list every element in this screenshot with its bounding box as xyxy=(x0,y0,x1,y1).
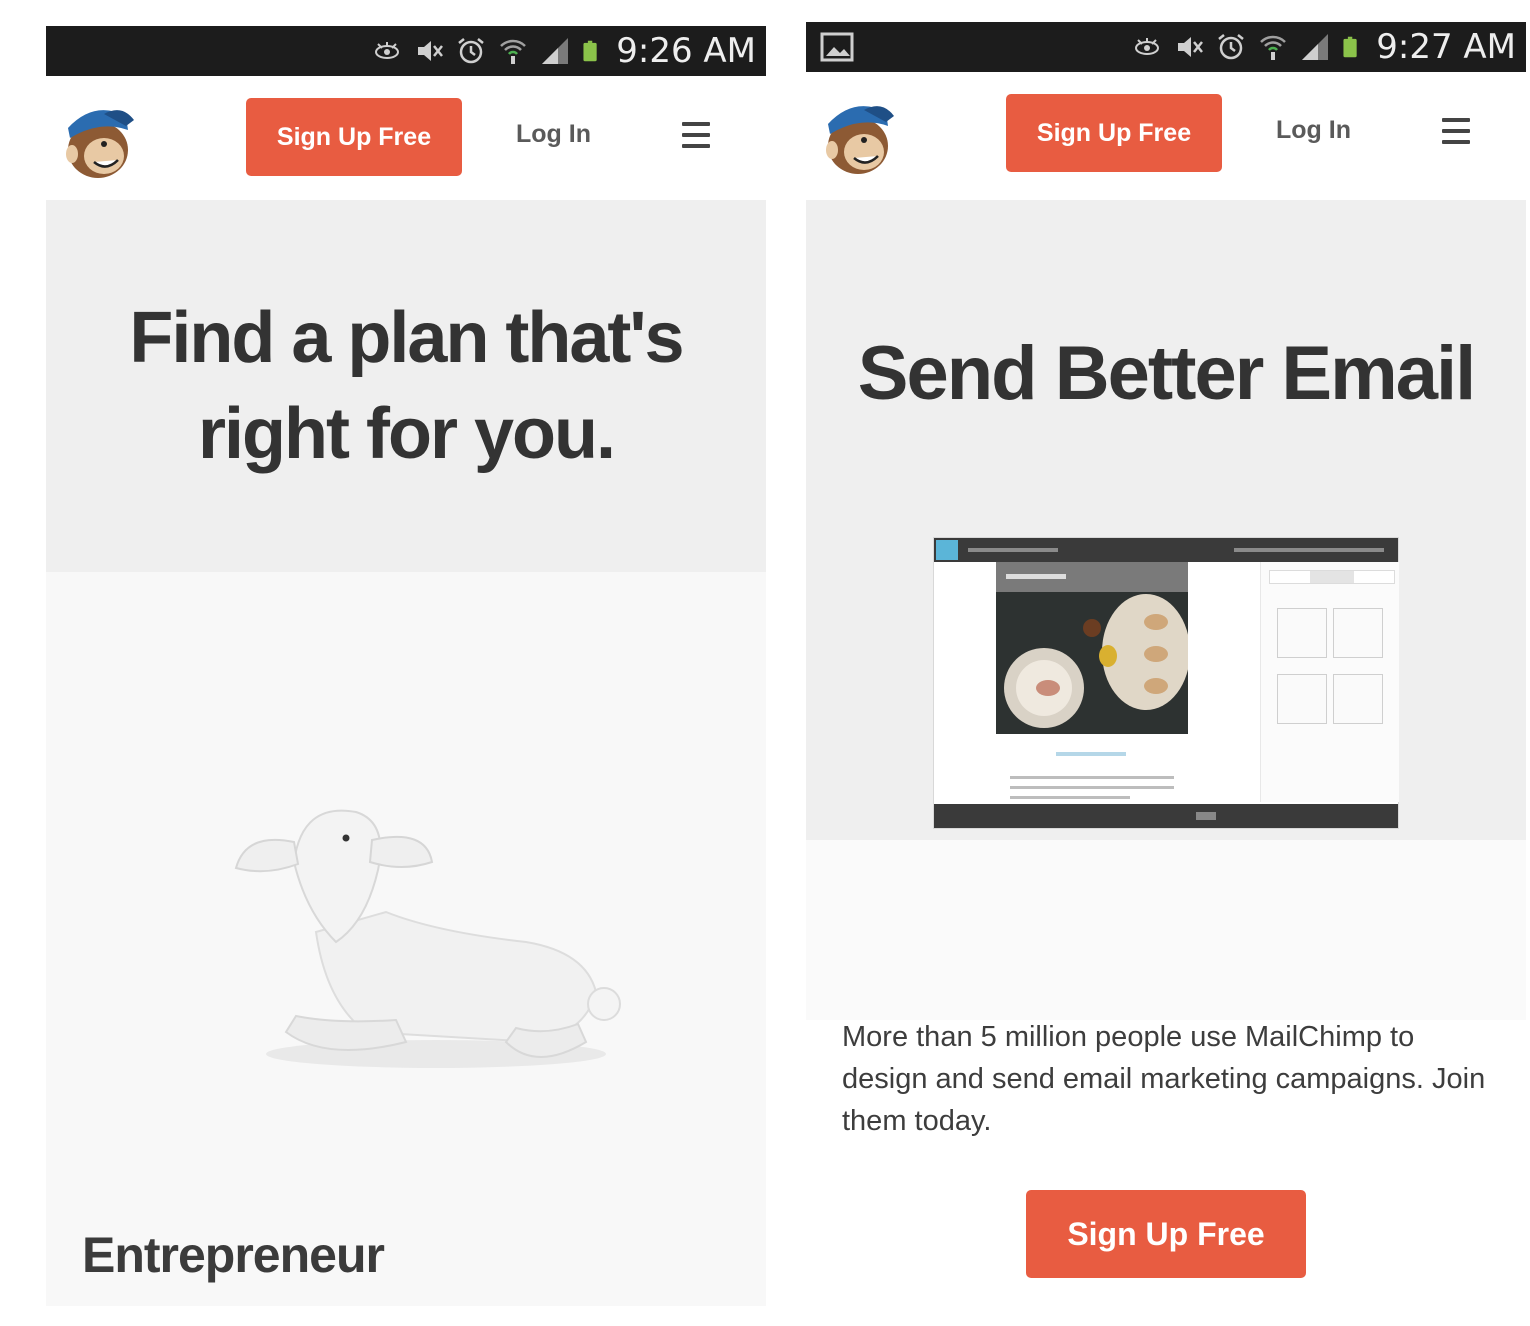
status-bar: 9:27 AM xyxy=(806,22,1526,72)
alarm-icon xyxy=(1218,34,1245,60)
signal-icon xyxy=(542,38,569,64)
phone-screen-home: 9:27 AM Sign Up Free Log In Send Better … xyxy=(806,22,1526,1306)
editor-sidebar xyxy=(1260,562,1399,802)
hamburger-menu-icon[interactable] xyxy=(1442,118,1470,146)
site-header: Sign Up Free Log In xyxy=(806,72,1526,196)
pricing-hero: Find a plan that's right for you. xyxy=(46,200,766,572)
site-header: Sign Up Free Log In xyxy=(46,76,766,200)
gallery-icon xyxy=(820,32,854,62)
image-group-block-icon xyxy=(1333,674,1383,724)
food-photo-image xyxy=(996,592,1188,734)
wifi-icon xyxy=(1260,35,1287,60)
editor-topbar xyxy=(934,538,1398,562)
signal-icon xyxy=(1302,34,1329,60)
mute-icon xyxy=(418,41,444,61)
freddie-chimp-logo[interactable] xyxy=(64,98,136,180)
plan-card-entrepreneur[interactable]: Entrepreneur xyxy=(46,572,766,1306)
eye-icon xyxy=(375,42,400,59)
hero-headline: Find a plan that's right for you. xyxy=(129,298,684,474)
status-bar: 9:26 AM xyxy=(46,26,766,76)
hamburger-menu-icon[interactable] xyxy=(682,122,710,150)
signup-free-button[interactable]: Sign Up Free xyxy=(1006,94,1222,172)
editor-bottombar xyxy=(934,804,1398,828)
status-icons xyxy=(372,36,604,66)
text-block-icon xyxy=(1277,608,1327,658)
editor-logo-icon xyxy=(936,540,958,560)
boxed-text-block-icon xyxy=(1333,608,1383,658)
status-icons xyxy=(1132,32,1364,62)
battery-icon xyxy=(583,40,597,62)
hero-headline: Send Better Email xyxy=(857,331,1476,416)
editor-email-preview xyxy=(996,562,1188,804)
campaign-editor-screenshot xyxy=(934,538,1399,828)
home-hero: Send Better Email xyxy=(806,200,1526,840)
mute-icon xyxy=(1178,37,1204,57)
login-link[interactable]: Log In xyxy=(1276,116,1351,145)
status-time: 9:27 AM xyxy=(1376,27,1516,67)
login-link[interactable]: Log In xyxy=(516,120,591,149)
wifi-icon xyxy=(500,39,527,64)
alarm-icon xyxy=(458,38,485,64)
plan-name: Entrepreneur xyxy=(82,1227,385,1283)
phone-screen-pricing: 9:26 AM Sign Up Free Log In Find a plan … xyxy=(46,26,766,1306)
battery-icon xyxy=(1343,36,1357,58)
status-time: 9:26 AM xyxy=(616,31,756,71)
eye-icon xyxy=(1135,38,1160,55)
lamb-figurine-image xyxy=(234,809,621,1068)
signup-free-cta-button[interactable]: Sign Up Free xyxy=(1026,1190,1306,1278)
freddie-chimp-logo[interactable] xyxy=(824,94,896,176)
signup-free-button[interactable]: Sign Up Free xyxy=(246,98,462,176)
image-block-icon xyxy=(1277,674,1327,724)
marketing-description: More than 5 million people use MailChimp… xyxy=(842,1021,1486,1137)
